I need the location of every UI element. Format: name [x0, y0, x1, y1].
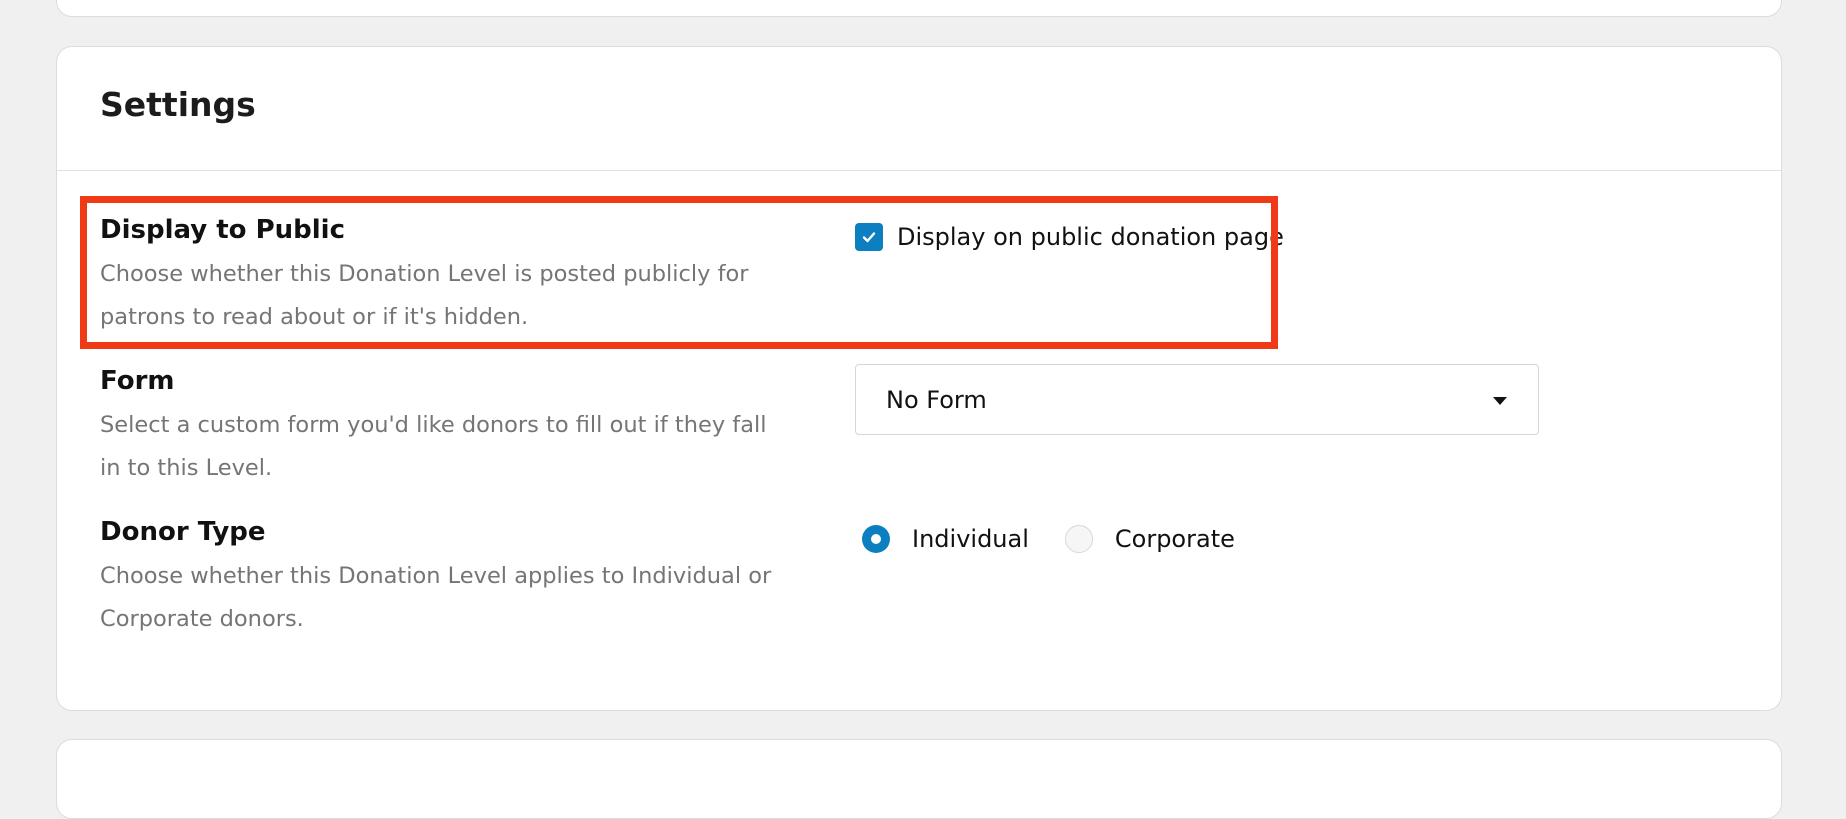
donor-type-description: Choose whether this Donation Level appli… [100, 563, 772, 632]
checkmark-icon [862, 232, 876, 243]
display-public-checkbox-field[interactable]: Display on public donation page [855, 223, 1284, 251]
display-to-public-description: Choose whether this Donation Level is po… [100, 261, 749, 330]
donor-type-radio-group: Individual Corporate [862, 525, 1235, 553]
form-label: Form [100, 366, 175, 396]
corporate-radio[interactable] [1064, 525, 1093, 553]
display-public-checkbox-label[interactable]: Display on public donation page [897, 223, 1284, 251]
display-to-public-label: Display to Public [100, 215, 345, 245]
settings-title: Settings [100, 85, 256, 124]
form-description: Select a custom form you'd like donors t… [100, 412, 767, 481]
settings-card: Settings Display to Public Choose whethe… [56, 46, 1782, 711]
form-select[interactable]: No Form [855, 364, 1539, 435]
corporate-radio-label[interactable]: Corporate [1115, 525, 1235, 553]
donor-type-label: Donor Type [100, 517, 266, 547]
previous-card [56, 0, 1782, 17]
donor-type-option-individual[interactable]: Individual [862, 525, 1029, 553]
individual-radio[interactable] [862, 525, 890, 553]
individual-radio-label[interactable]: Individual [912, 525, 1029, 553]
donor-type-option-corporate[interactable]: Corporate [1064, 525, 1235, 553]
caret-down-icon [1493, 397, 1507, 405]
display-public-checkbox[interactable] [855, 223, 883, 251]
next-card [56, 739, 1782, 819]
settings-card-header: Settings [57, 47, 1781, 171]
form-select-value: No Form [886, 385, 987, 414]
